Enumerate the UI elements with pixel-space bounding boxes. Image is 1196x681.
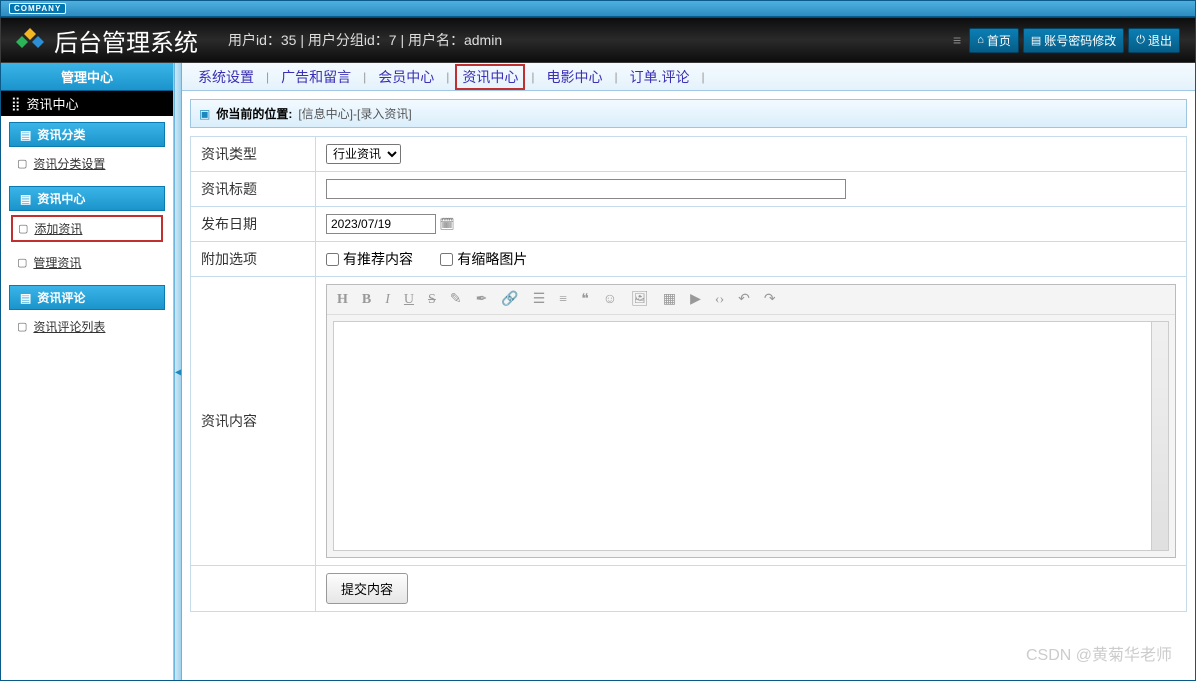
list-icon: ▤ xyxy=(20,128,31,142)
user-info: 用户id：35 | 用户分组id：7 | 用户名：admin xyxy=(228,30,502,50)
label-title: 资讯标题 xyxy=(191,172,316,207)
nav-news[interactable]: 资讯中心 xyxy=(455,64,525,90)
chk-thumb[interactable] xyxy=(440,253,453,266)
nav-members[interactable]: 会员中心 xyxy=(372,65,440,89)
editor-textarea[interactable] xyxy=(333,321,1169,551)
sidebar-section-title: ⣿资讯中心 xyxy=(1,91,173,116)
top-nav: 系统设置| 广告和留言| 会员中心| 资讯中心| 电影中心| 订单.评论| xyxy=(182,63,1195,91)
tool-pencil-icon[interactable]: ✎ xyxy=(450,291,462,308)
tool-quote-icon[interactable]: ❝ xyxy=(581,291,589,308)
home-button[interactable]: ⌂首页 xyxy=(969,28,1019,53)
nav-system[interactable]: 系统设置 xyxy=(192,65,260,89)
sidebar-group-comments[interactable]: ▤资讯评论 xyxy=(9,285,165,310)
tool-brush-icon[interactable]: ✒ xyxy=(476,291,488,308)
logo-icon xyxy=(16,26,44,54)
tool-align-icon[interactable]: ≡ xyxy=(559,292,567,308)
label-type: 资讯类型 xyxy=(191,137,316,172)
sidebar-group-category[interactable]: ▤资讯分类 xyxy=(9,122,165,147)
home-icon: ⌂ xyxy=(977,34,984,46)
tool-emoji-icon[interactable]: ☺ xyxy=(603,292,617,308)
doc-icon: ▤ xyxy=(1031,34,1041,47)
sidebar-group-news[interactable]: ▤资讯中心 xyxy=(9,186,165,211)
nav-orders[interactable]: 订单.评论 xyxy=(624,65,696,89)
type-select[interactable]: 行业资讯 xyxy=(326,144,401,164)
chk-thumb-wrap[interactable]: 有缩略图片 xyxy=(440,249,527,269)
title-input[interactable] xyxy=(326,179,846,199)
list-icon: ▤ xyxy=(20,192,31,206)
page-icon: ▢ xyxy=(17,157,27,170)
sidebar: 管理中心 ⣿资讯中心 ▤资讯分类 ▢资讯分类设置 ▤资讯中心 ▢添加资讯 ▢管理… xyxy=(1,63,174,680)
splitter-handle[interactable] xyxy=(174,63,182,680)
dots-icon: ⣿ xyxy=(11,96,21,112)
breadcrumb: ▣ 你当前的位置: [信息中心]-[录入资讯] xyxy=(190,99,1187,128)
chk-recommend-wrap[interactable]: 有推荐内容 xyxy=(326,249,413,269)
body-wrap: 管理中心 ⣿资讯中心 ▤资讯分类 ▢资讯分类设置 ▤资讯中心 ▢添加资讯 ▢管理… xyxy=(0,63,1196,681)
form-table: 资讯类型 行业资讯 资讯标题 发布日期 🗓 附加选项 有推荐内容 有缩略图片 xyxy=(190,136,1187,612)
nav-ads[interactable]: 广告和留言 xyxy=(275,65,357,89)
sidebar-title: 管理中心 xyxy=(1,63,173,91)
breadcrumb-path: [信息中心]-[录入资讯] xyxy=(298,105,411,122)
tool-bold-icon[interactable]: B xyxy=(362,292,371,308)
tool-strike-icon[interactable]: S xyxy=(428,292,436,308)
password-button[interactable]: ▤账号密码修改 xyxy=(1023,28,1124,53)
list-icon: ▤ xyxy=(20,291,31,305)
rich-editor: H B I U S ✎ ✒ 🔗 ☰ ≡ ❝ ☺ xyxy=(326,284,1176,558)
window-titlebar: COMPANY xyxy=(0,0,1196,17)
tool-heading-icon[interactable]: H xyxy=(337,292,348,308)
page-icon: ▢ xyxy=(17,320,27,333)
app-header: 后台管理系统 用户id：35 | 用户分组id：7 | 用户名：admin ≡ … xyxy=(0,17,1196,63)
tool-table-icon[interactable]: ▦ xyxy=(663,291,676,308)
sidebar-item-manage-news[interactable]: ▢管理资讯 xyxy=(11,250,163,275)
power-icon: ⏻ xyxy=(1136,34,1145,47)
editor-toolbar: H B I U S ✎ ✒ 🔗 ☰ ≡ ❝ ☺ xyxy=(327,285,1175,315)
main-panel: 系统设置| 广告和留言| 会员中心| 资讯中心| 电影中心| 订单.评论| ▣ … xyxy=(182,63,1195,680)
flag-icon: ▣ xyxy=(199,107,210,121)
chk-recommend[interactable] xyxy=(326,253,339,266)
tool-italic-icon[interactable]: I xyxy=(385,292,390,308)
logout-button[interactable]: ⏻退出 xyxy=(1128,28,1180,53)
calendar-icon[interactable]: 🗓 xyxy=(439,217,454,231)
content-area: ▣ 你当前的位置: [信息中心]-[录入资讯] 资讯类型 行业资讯 资讯标题 发… xyxy=(182,91,1195,680)
label-extra: 附加选项 xyxy=(191,242,316,277)
sidebar-item-category-settings[interactable]: ▢资讯分类设置 xyxy=(11,151,163,176)
menu-lines-icon: ≡ xyxy=(953,32,961,48)
tool-redo-icon[interactable]: ↷ xyxy=(764,291,776,308)
page-icon: ▢ xyxy=(18,222,28,235)
tool-link-icon[interactable]: 🔗 xyxy=(501,291,518,308)
date-input[interactable] xyxy=(326,214,436,234)
company-tag: COMPANY xyxy=(9,3,66,14)
page-icon: ▢ xyxy=(17,256,27,269)
label-date: 发布日期 xyxy=(191,207,316,242)
tool-video-icon[interactable]: ▶ xyxy=(690,291,701,308)
nav-movies[interactable]: 电影中心 xyxy=(541,65,609,89)
tool-list-icon[interactable]: ☰ xyxy=(533,291,546,308)
tool-image-icon[interactable]: 🖼 xyxy=(631,291,649,308)
breadcrumb-label: 你当前的位置: xyxy=(216,105,292,122)
tool-undo-icon[interactable]: ↶ xyxy=(738,291,750,308)
label-content: 资讯内容 xyxy=(191,277,316,566)
tool-underline-icon[interactable]: U xyxy=(404,292,414,308)
sidebar-item-comment-list[interactable]: ▢资讯评论列表 xyxy=(11,314,163,339)
tool-code-icon[interactable]: ‹› xyxy=(715,292,724,308)
submit-button[interactable]: 提交内容 xyxy=(326,573,408,604)
app-title: 后台管理系统 xyxy=(54,23,198,58)
sidebar-item-add-news[interactable]: ▢添加资讯 xyxy=(11,215,163,242)
header-right: ≡ ⌂首页 ▤账号密码修改 ⏻退出 xyxy=(953,28,1180,53)
